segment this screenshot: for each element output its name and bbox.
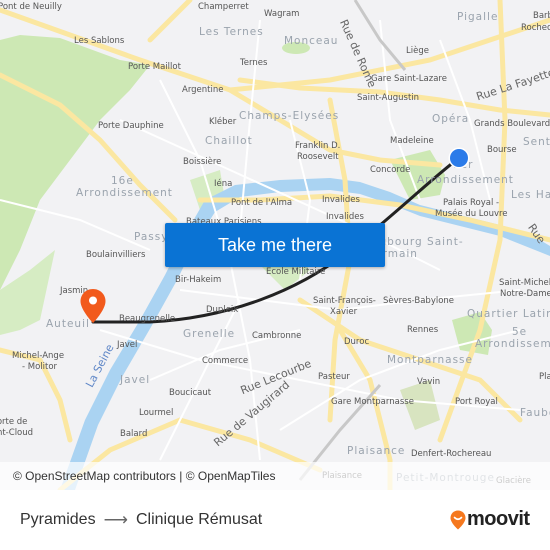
map-label: Palais Royal - [443,198,500,208]
map-label: Vavin [417,377,441,387]
district-label: Les Halles [511,189,550,201]
map-label: Boulainvilliers [86,250,146,260]
map-label: Gare Saint-Lazare [371,74,447,84]
map-label: Porte Dauphine [98,121,164,131]
map-label: Javel [117,340,138,350]
map-label: Roosevelt [297,152,339,162]
district-label: Pigalle [457,11,499,23]
moovit-logo-text: moovit [467,508,530,530]
take-me-there-button[interactable]: Take me there [165,223,385,267]
moovit-logo[interactable]: moovit [450,508,530,531]
district-label: Opéra [432,113,470,125]
district-label: Quartier Latin [467,308,550,320]
district-label: Javel [120,374,151,386]
map-label: Bir-Hakeim [175,275,222,285]
map-label: Port Royal [455,397,498,407]
map-label: Rochech [521,23,550,33]
map-label: Wagram [264,9,300,19]
route-origin: Pyramides [20,511,96,528]
district-label: Arrondissement [76,187,173,199]
map-label: Argentine [182,85,224,95]
district-label: 16e [111,175,134,187]
district-label: Champs-Elysées [239,110,340,122]
map-label: Bourse [487,145,517,155]
footer: Pyramides ⟶ Clinique Rémusat moovit [0,490,550,550]
map-label: Invalides [326,212,364,222]
map-label: Pont de l'Alma [231,198,293,208]
map-label: Madeleine [390,136,434,146]
map[interactable]: Pont de Neuilly Champerret Wagram Pigall… [0,0,550,490]
arrow-right-icon: ⟶ [103,510,128,529]
map-label: Saint-Augustin [357,93,420,103]
map-label: Champerret [198,2,249,12]
map-label: Liège [406,46,429,56]
map-label: Pasteur [318,372,350,382]
map-label: Saint-Michel - [499,278,550,288]
map-label: Gare Montparnasse [331,397,414,407]
map-label: École Militaire [266,267,326,277]
map-label: Concorde [370,165,411,175]
map-label: Sèvres-Babylone [383,296,455,306]
district-label: Arrondissement [475,338,550,350]
map-label: Pont de Neuilly [0,2,62,12]
district-label: Les Ternes [199,26,264,38]
map-label: Barbès- [533,11,550,21]
map-label: Iéna [214,179,233,189]
map-label: Michel-Ange [12,351,65,361]
map-label: Dupleix [206,305,239,315]
map-label: Porte Maillot [128,62,181,72]
moovit-pin-icon [450,510,466,529]
district-label: Sentier [523,136,550,148]
map-label: Saint-Cloud [0,428,34,438]
district-label: Chaillot [205,135,253,147]
district-label: Faubo [520,407,550,419]
map-label: Pla [539,372,550,382]
map-label: Cambronne [252,331,302,341]
district-label: 5e [512,326,528,338]
destination-pin-icon[interactable] [79,288,107,324]
map-label: Denfert-Rochereau [411,449,492,459]
origin-marker[interactable] [447,146,471,170]
map-label: Lourmel [139,408,174,418]
map-label: Commerce [202,356,249,366]
district-label: Plaisance [347,445,406,457]
map-label: - Molitor [22,362,58,372]
map-label: Invalides [322,195,360,205]
map-label: Musée du Louvre [435,209,508,219]
map-label: Boissière [183,157,222,167]
map-label: Franklin D. [295,141,341,151]
route-title: Pyramides ⟶ Clinique Rémusat [20,510,262,530]
map-label: Notre-Dame [500,289,550,299]
district-label: Passy [134,231,169,243]
road-avenue-grande-armee [147,0,193,43]
route-destination: Clinique Rémusat [135,511,263,528]
map-label: Ternes [240,58,268,68]
attribution-text[interactable]: © OpenStreetMap contributors | © OpenMap… [13,469,275,483]
map-label: Beaugrenelle [119,314,176,324]
map-label: Les Sablons [74,36,125,46]
map-label: Porte de [0,417,28,427]
district-label: Grenelle [183,328,236,340]
district-label: Arrondissement [417,174,514,186]
map-label: Duroc [344,337,370,347]
district-label: Monceau [284,35,339,47]
map-label: Grands Boulevards [474,119,550,129]
map-attribution: © OpenStreetMap contributors | © OpenMap… [0,462,550,490]
map-label: Saint-François- [313,296,376,306]
district-label: Montparnasse [387,354,473,366]
map-label: Kléber [209,117,237,127]
map-label: Balard [120,429,148,439]
map-label: Rennes [407,325,439,335]
map-label: Xavier [330,307,358,317]
map-label: Boucicaut [169,388,212,398]
